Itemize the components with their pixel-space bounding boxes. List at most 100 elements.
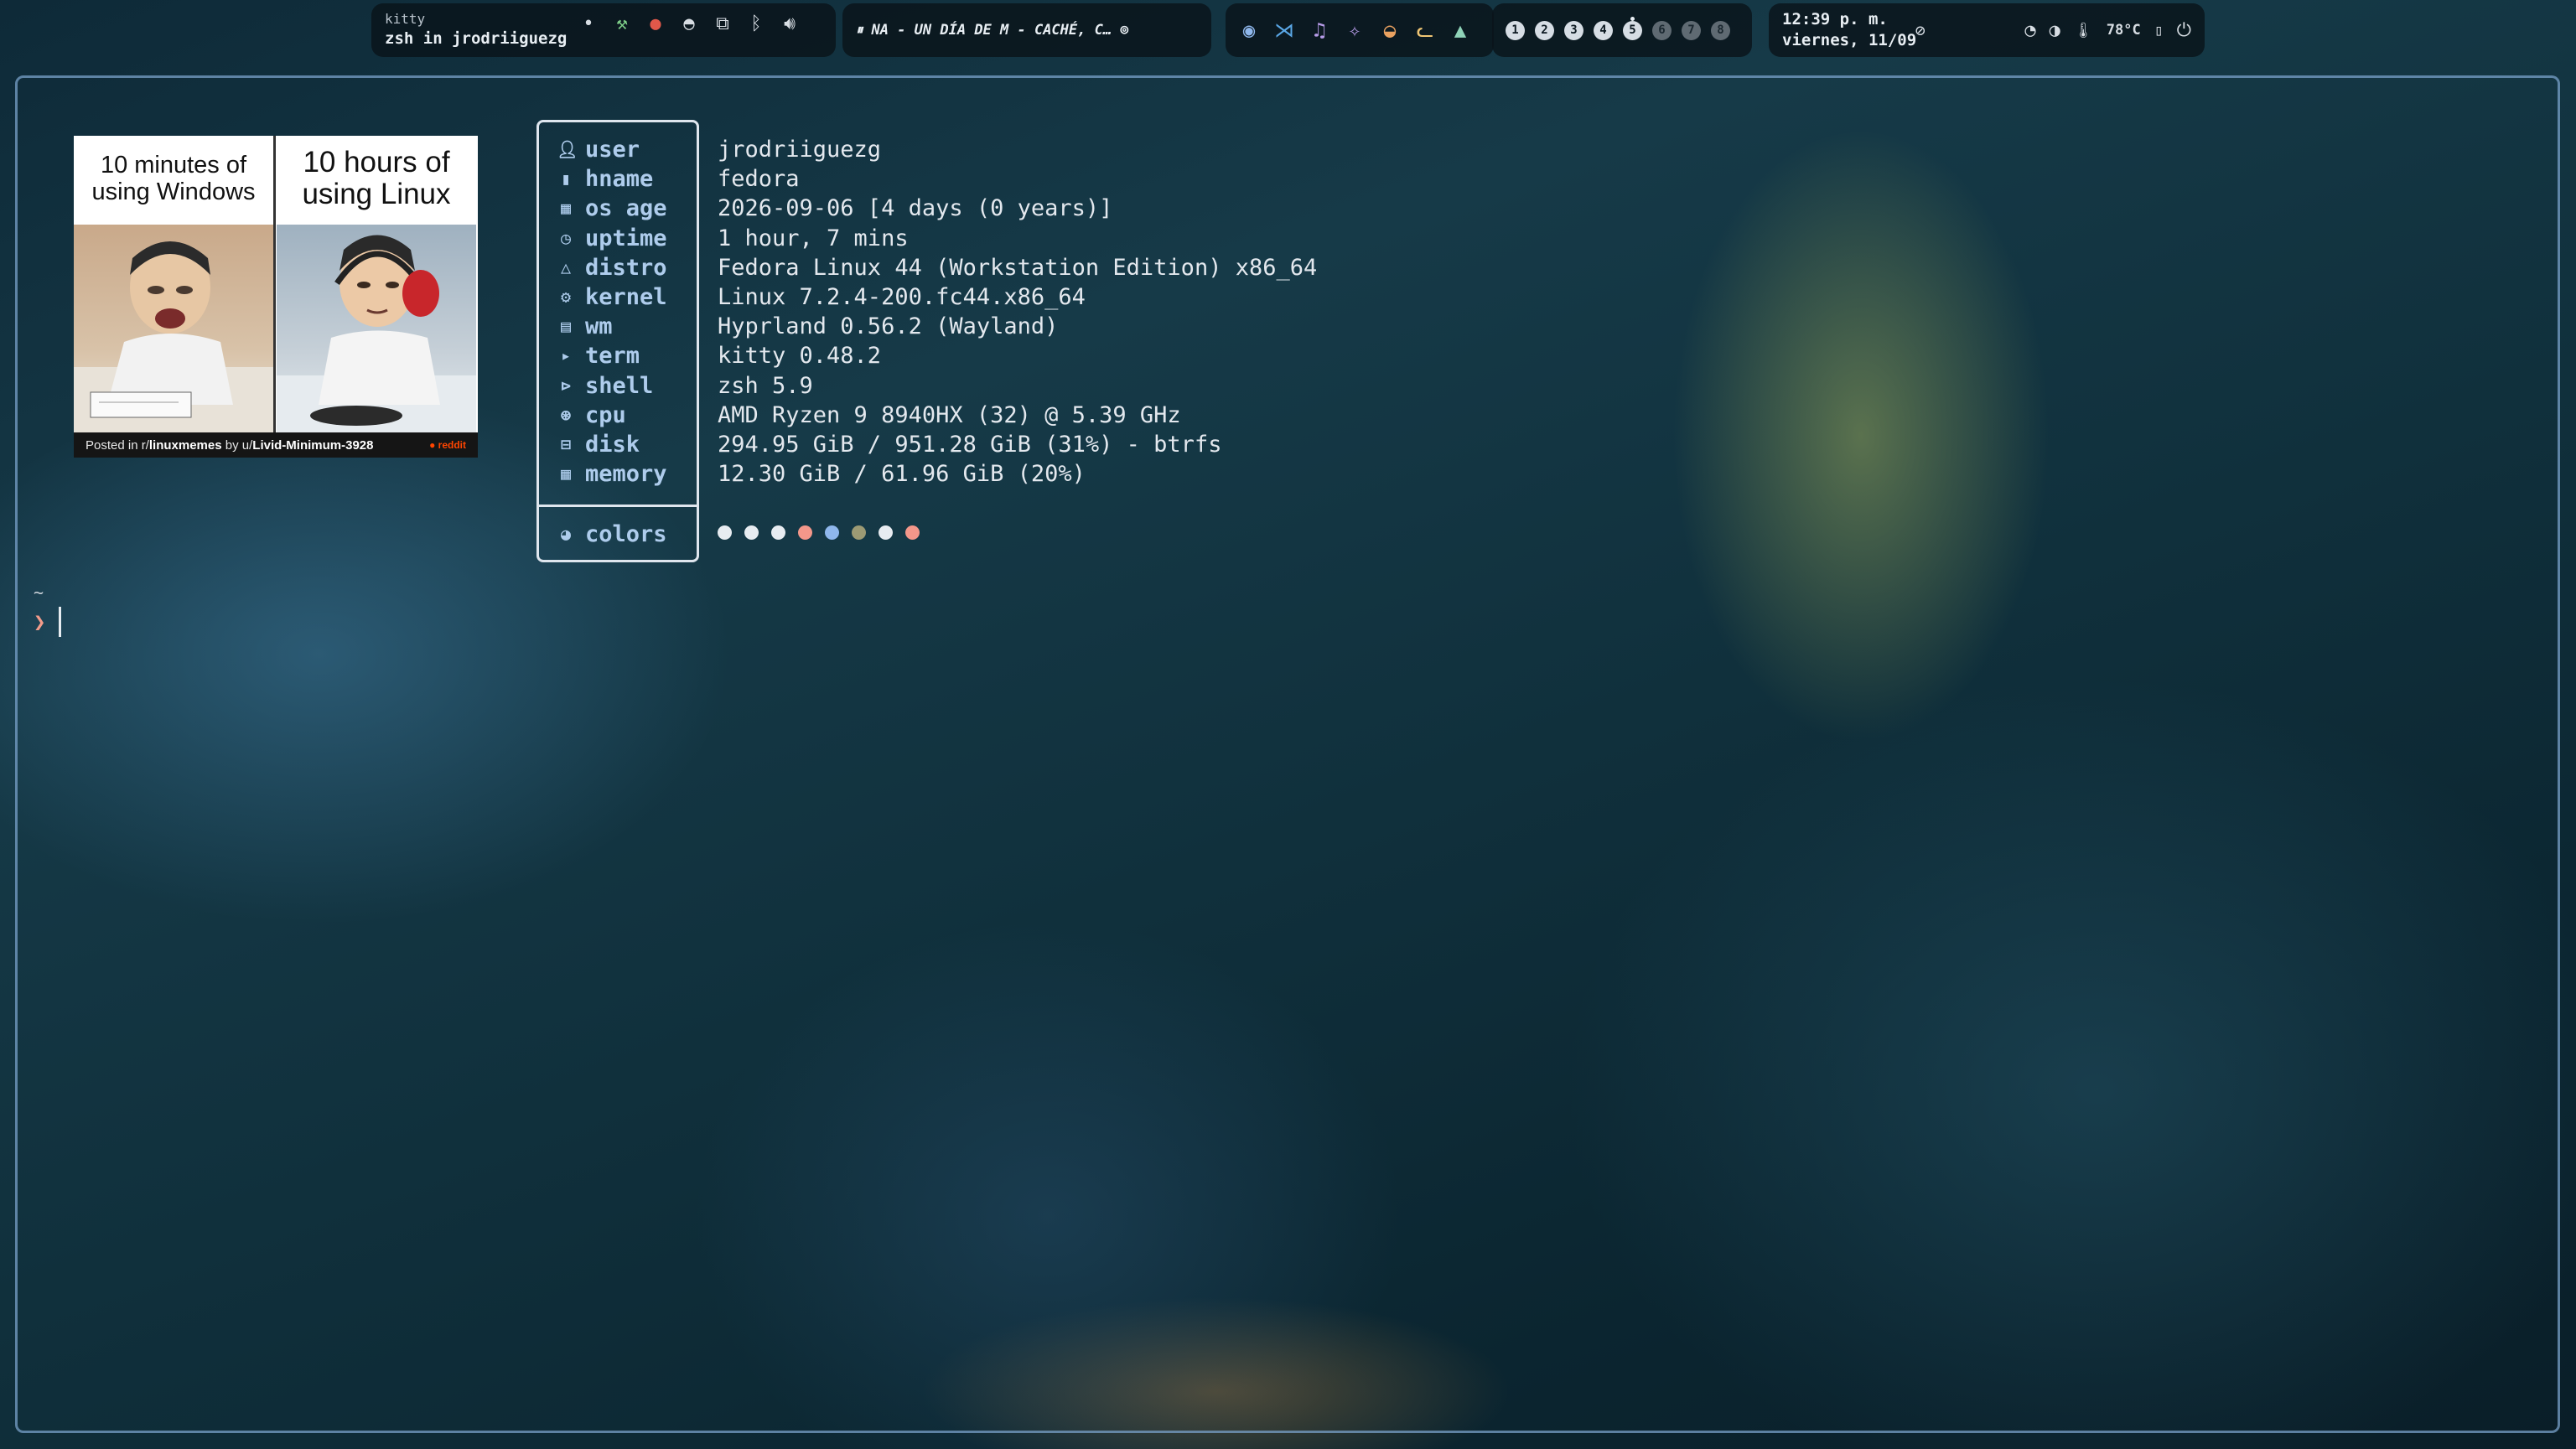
palette-dot-3 [771,525,785,540]
palette-dot-4 [798,525,812,540]
arch-icon[interactable]: ◓ [679,13,699,34]
workspace-8[interactable]: 8 [1711,20,1730,40]
palette-dot-2 [744,525,759,540]
prompt-symbol: ❯ [34,610,46,634]
meme-caption-right: 10 hours of using Linux [302,146,451,210]
media-title: NA - UN DÍA DE M - CACHÉ, C… [871,22,1112,39]
fastfetch-keys: 👤︎ user ▮ hname ▦ os age ◷ uptime △ distro ⚙ k… [557,135,667,489]
value-hname: fedora [718,166,800,193]
battery-icon[interactable]: ▯ [2154,22,2164,39]
user-icon: 👤︎ [557,139,578,159]
clock-time: 12:39 p. m. [1782,10,1888,28]
controller-icon[interactable]: ⊚ [1120,22,1128,39]
text-cursor [59,607,62,637]
value-distro: Fedora Linux 44 (Workstation Edition) x8… [718,254,1318,281]
value-uptime: 1 hour, 7 mins [718,225,909,251]
sparkle-app-icon[interactable]: ✧ [1345,18,1365,42]
cat-app-icon[interactable]: ᓚ [1415,18,1435,42]
thermometer-icon: 🌡︎ [2073,21,2093,39]
meme-attribution: Posted in r/linuxmemes by u/Livid-Minimu… [74,432,478,458]
fastfetch-values: jrodriiguezg fedora 2026-09-06 [4 days (… [718,135,1317,489]
workspace-7[interactable]: 7 [1682,20,1701,40]
value-os-age: 2026-09-06 [4 days (0 years)] [718,195,1113,222]
key-memory: ▦ memory [557,459,667,489]
host-icon: ▮ [560,168,572,189]
cpu-icon: ⊛ [560,404,572,425]
palette-dot-1 [718,525,732,540]
palette-dot-8 [905,525,920,540]
clock-status-widget: 12:39 p. m. viernes, 11/09 ⊘ ◔ ◑ 🌡︎ 78°C… [1769,3,2205,57]
app-launcher-bar: ◉ ⋊ ♫ ✧ ◒ ᓚ ▲ [1226,3,1494,57]
memory-usage-icon[interactable]: ◑ [2050,20,2060,41]
workspace-switcher: 1 2 3 4 5 6 7 8 [1492,3,1752,57]
volume-icon[interactable]: 🔊︎ [780,13,800,34]
key-wm: ▤ wm [557,312,667,341]
system-tray: • ⚒ ● ◓ ⧉ ᛒ 🔊︎ [578,13,800,34]
power-icon[interactable]: ⏻ [2177,20,2191,41]
calendar-icon: ▦ [560,198,572,219]
media-player-widget[interactable]: ⏸ NA - UN DÍA DE M - CACHÉ, C… ⊚ [842,3,1211,57]
key-cpu: ⊛ cpu [557,401,667,430]
dot-icon: • [583,13,594,34]
shell-icon: ⊳ [560,375,572,396]
music-icon[interactable]: ♫ [1309,18,1329,42]
terminal-icon: ▸ [560,345,572,366]
value-disk: 294.95 GiB / 951.28 GiB (31%) - btrfs [718,431,1222,458]
value-user: jrodriiguezg [718,137,882,163]
key-hname: ▮ hname [557,164,667,194]
key-term: ▸ term [557,341,667,370]
workspace-5-active[interactable]: 5 [1623,20,1642,40]
clock[interactable]: 12:39 p. m. viernes, 11/09 [1782,9,1916,51]
fox-app-icon[interactable]: ◒ [1380,18,1400,42]
keyboard-icon: ▤ [560,316,572,337]
temperature-readout: 78°C [2106,22,2141,39]
vscode-icon[interactable]: ⋊ [1274,18,1294,42]
window-title: zsh in jrodriiguezg [385,29,568,48]
reddit-logo: ● reddit [429,439,466,451]
palette-dot-6 [852,525,866,540]
workspace-4[interactable]: 4 [1594,20,1613,40]
key-kernel: ⚙ kernel [557,282,667,312]
clock-date: viernes, 11/09 [1782,31,1917,49]
value-cpu: AMD Ryzen 9 8940HX (32) @ 5.39 GHz [718,401,1181,428]
tool-icon[interactable]: ⚒ [612,13,632,34]
workspace-1[interactable]: 1 [1506,20,1525,40]
author-name: Livid-Minimum-3928 [252,437,374,453]
value-term: kitty 0.48.2 [718,343,882,370]
linux-icon: △ [560,256,572,277]
color-palette [718,525,920,540]
value-shell: zsh 5.9 [718,372,813,399]
value-wm: Hyprland 0.56.2 (Wayland) [718,313,1059,340]
value-memory: 12.30 GiB / 61.96 GiB (20%) [718,461,1086,488]
workspace-2[interactable]: 2 [1535,20,1554,40]
gear-icon: ⚙ [560,286,572,307]
focused-student-illustration [277,225,476,432]
workspace-3[interactable]: 3 [1564,20,1583,40]
fastfetch-logo-image: 10 minutes of using Windows 10 hours of … [74,136,478,458]
compass-icon[interactable]: ⊘ [1915,20,1926,40]
key-disk: ⊟ disk [557,430,667,459]
palette-dot-5 [825,525,839,540]
chrome-icon[interactable]: ◉ [1239,18,1259,42]
disk-icon: ⊟ [560,433,572,454]
tired-student-illustration [74,225,273,432]
cpu-usage-icon[interactable]: ◔ [2024,20,2035,41]
android-icon[interactable]: ▲ [1450,18,1470,42]
pause-icon[interactable]: ⏸ [856,22,863,39]
meme-divider [273,136,276,432]
workspace-6[interactable]: 6 [1652,20,1672,40]
display-icon[interactable]: ⧉ [713,13,733,34]
fastfetch-separator [539,505,697,507]
palette-dot-7 [879,525,893,540]
subreddit-name: linuxmemes [148,437,222,453]
key-os-age: ▦ os age [557,194,667,223]
key-colors: ◕ colors [557,520,667,549]
key-uptime: ◷ uptime [557,224,667,253]
shell-prompt[interactable]: ❯ [34,607,62,637]
tomato-icon[interactable]: ● [645,13,666,34]
bluetooth-icon[interactable]: ᛒ [746,13,766,34]
clock-icon: ◷ [560,227,572,248]
value-kernel: Linux 7.2.4-200.fc44.x86_64 [718,283,1086,310]
memory-icon: ▦ [560,463,572,484]
key-distro: △ distro [557,253,667,282]
